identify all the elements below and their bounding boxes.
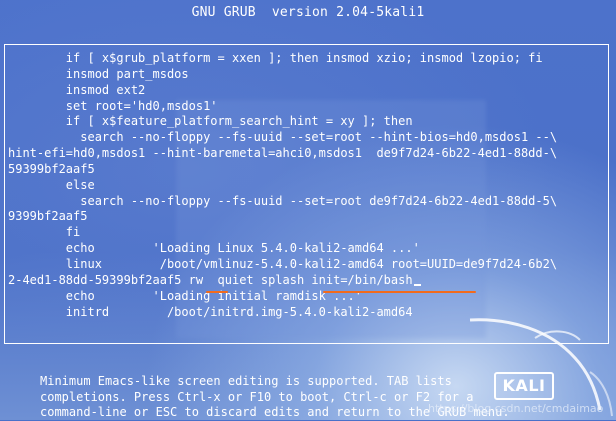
grub-edit-box[interactable]: if [ x$grub_platform = xxen ]; then insm…	[4, 44, 609, 344]
script-line[interactable]: insmod ext2	[8, 83, 557, 99]
script-line[interactable]: hint-efi=hd0,msdos1 --hint-baremetal=ahc…	[8, 146, 557, 162]
text-cursor	[413, 283, 421, 286]
script-line[interactable]: set root='hd0,msdos1'	[8, 99, 557, 115]
help-line: completions. Press Ctrl-x or F10 to boot…	[40, 389, 474, 404]
script-line[interactable]: search --no-floppy --fs-uuid --set=root …	[8, 130, 557, 146]
script-line[interactable]: else	[8, 178, 557, 194]
rw-underline-annotation	[206, 291, 228, 293]
grub-title: GNU GRUB version 2.04-5kali1	[191, 5, 425, 20]
edited-kernel-args[interactable]: 2-4ed1-88dd-59399bf2aaf5 rw quiet splash…	[8, 273, 413, 287]
script-line[interactable]: insmod part_msdos	[8, 67, 557, 83]
init-underline-annotation	[323, 291, 476, 293]
script-line[interactable]: search --no-floppy --fs-uuid --set=root …	[8, 194, 557, 210]
script-line[interactable]: echo 'Loading Linux 5.4.0-kali2-amd64 ..…	[8, 241, 557, 257]
script-line[interactable]: 9399bf2aaf5	[8, 209, 557, 225]
help-line: Minimum Emacs-like screen editing is sup…	[40, 374, 452, 388]
script-line[interactable]: if [ x$feature_platform_search_hint = xy…	[8, 114, 557, 130]
script-line[interactable]: if [ x$grub_platform = xxen ]; then insm…	[8, 51, 557, 67]
script-line[interactable]: linux /boot/vmlinuz-5.4.0-kali2-amd64 ro…	[8, 257, 557, 273]
script-line-edited: 2-4ed1-88dd-59399bf2aaf5 rw quiet splash…	[8, 273, 557, 289]
script-line[interactable]: fi	[8, 225, 557, 241]
watermark: https://blog.csdn.net/cmdaimao	[428, 402, 604, 415]
script-line[interactable]: 59399bf2aaf5	[8, 162, 557, 178]
boot-entry-script[interactable]: if [ x$grub_platform = xxen ]; then insm…	[8, 51, 557, 320]
